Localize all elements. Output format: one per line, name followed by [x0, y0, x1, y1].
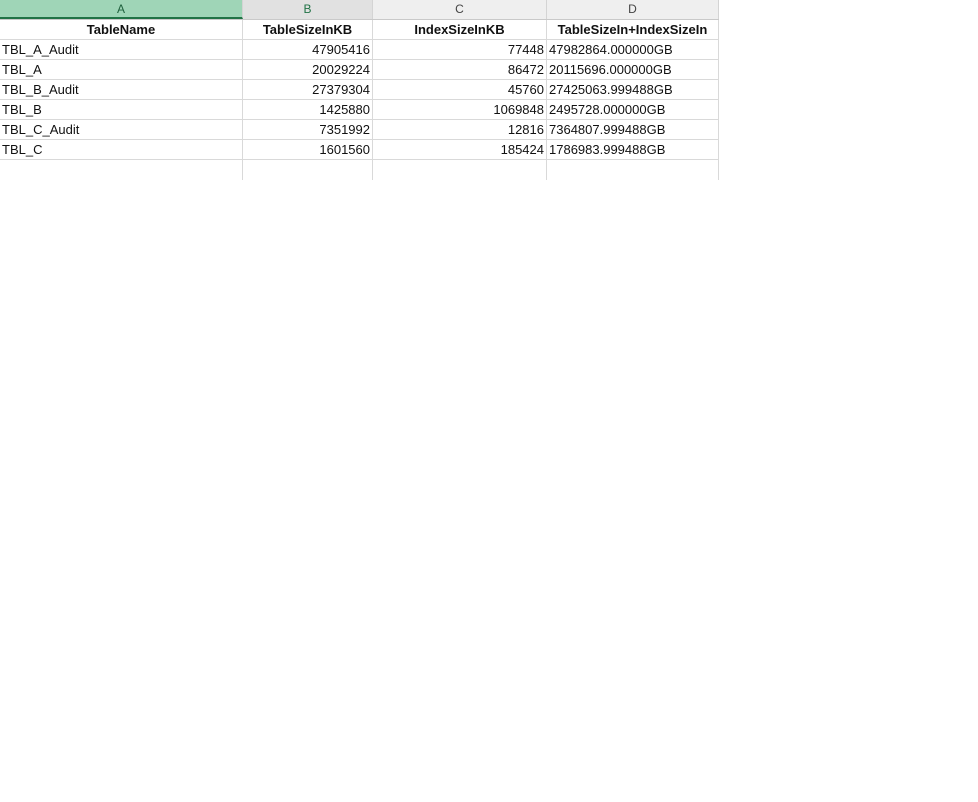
empty-row — [0, 160, 719, 180]
cell-indexsize[interactable]: 1069848 — [373, 100, 547, 120]
column-header-b[interactable]: B — [243, 0, 373, 19]
cell-tablesize[interactable]: 1425880 — [243, 100, 373, 120]
cell-tablesize[interactable]: 1601560 — [243, 140, 373, 160]
table-row: TBL_B 1425880 1069848 2495728.000000GB — [0, 100, 719, 120]
cell-total[interactable]: 27425063.999488GB — [547, 80, 719, 100]
cell-indexsize[interactable]: 185424 — [373, 140, 547, 160]
empty-cell[interactable] — [0, 160, 243, 180]
cell-total[interactable]: 47982864.000000GB — [547, 40, 719, 60]
header-row: TableName TableSizeInKB IndexSizeInKB Ta… — [0, 20, 719, 40]
cell-tablesize[interactable]: 20029224 — [243, 60, 373, 80]
cell-tablename[interactable]: TBL_B_Audit — [0, 80, 243, 100]
cell-total[interactable]: 1786983.999488GB — [547, 140, 719, 160]
table-row: TBL_B_Audit 27379304 45760 27425063.9994… — [0, 80, 719, 100]
column-header-d[interactable]: D — [547, 0, 719, 19]
cell-tablesize[interactable]: 27379304 — [243, 80, 373, 100]
cell-tablename[interactable]: TBL_B — [0, 100, 243, 120]
spreadsheet-grid: A B C D TableName TableSizeInKB IndexSiz… — [0, 0, 719, 180]
header-cell-indexsize[interactable]: IndexSizeInKB — [373, 20, 547, 40]
cell-tablesize[interactable]: 7351992 — [243, 120, 373, 140]
header-cell-tablename[interactable]: TableName — [0, 20, 243, 40]
header-cell-total[interactable]: TableSizeIn+IndexSizeIn — [547, 20, 719, 40]
header-cell-tablesize[interactable]: TableSizeInKB — [243, 20, 373, 40]
cell-indexsize[interactable]: 86472 — [373, 60, 547, 80]
empty-cell[interactable] — [243, 160, 373, 180]
cell-indexsize[interactable]: 45760 — [373, 80, 547, 100]
cell-indexsize[interactable]: 12816 — [373, 120, 547, 140]
empty-cell[interactable] — [373, 160, 547, 180]
column-header-c[interactable]: C — [373, 0, 547, 19]
table-row: TBL_A_Audit 47905416 77448 47982864.0000… — [0, 40, 719, 60]
column-header-a[interactable]: A — [0, 0, 243, 19]
table-row: TBL_C_Audit 7351992 12816 7364807.999488… — [0, 120, 719, 140]
cell-tablename[interactable]: TBL_A — [0, 60, 243, 80]
cell-tablename[interactable]: TBL_A_Audit — [0, 40, 243, 60]
table-row: TBL_C 1601560 185424 1786983.999488GB — [0, 140, 719, 160]
cell-tablesize[interactable]: 47905416 — [243, 40, 373, 60]
cell-total[interactable]: 2495728.000000GB — [547, 100, 719, 120]
cell-indexsize[interactable]: 77448 — [373, 40, 547, 60]
column-header-bar: A B C D — [0, 0, 719, 20]
table-row: TBL_A 20029224 86472 20115696.000000GB — [0, 60, 719, 80]
empty-cell[interactable] — [547, 160, 719, 180]
cell-tablename[interactable]: TBL_C_Audit — [0, 120, 243, 140]
cell-total[interactable]: 7364807.999488GB — [547, 120, 719, 140]
cell-total[interactable]: 20115696.000000GB — [547, 60, 719, 80]
cell-tablename[interactable]: TBL_C — [0, 140, 243, 160]
